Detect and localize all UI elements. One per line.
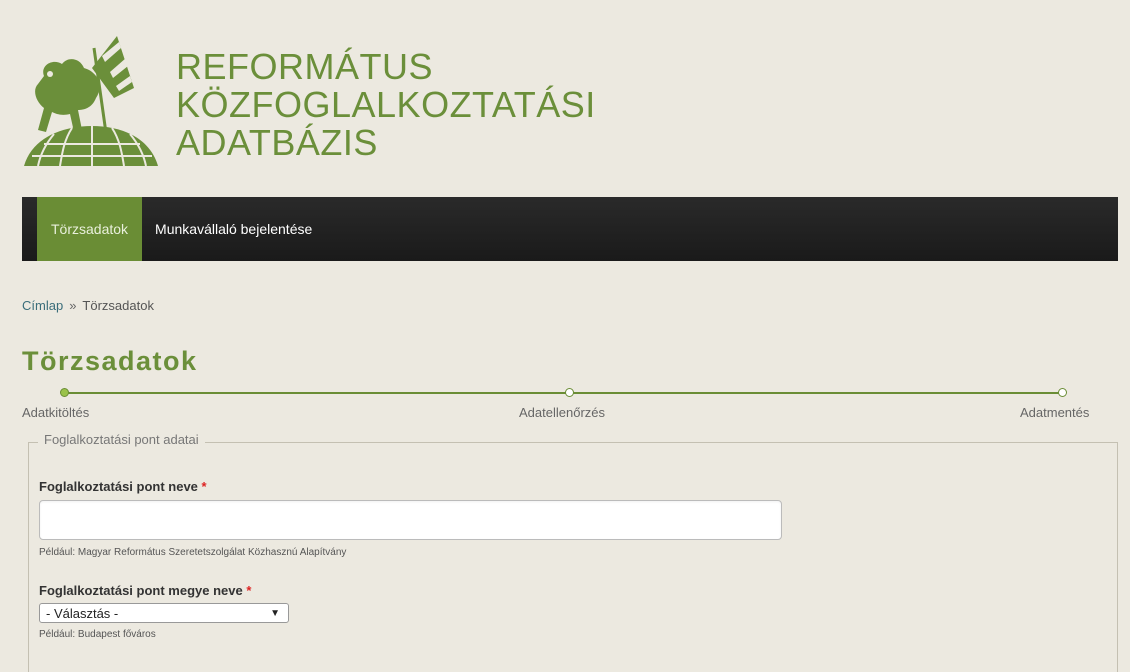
site-title-line-3[interactable]: ADATBÁZIS [176, 124, 596, 162]
progress-dot-step-3 [1058, 388, 1067, 397]
step-label-adatmentes: Adatmentés [1020, 405, 1090, 420]
nav-item-munkavallalo-bejelentese[interactable]: Munkavállaló bejelentése [142, 197, 325, 261]
county-select[interactable]: - Választás - ▼ [39, 603, 289, 623]
county-field-help: Például: Budapest főváros [39, 629, 156, 640]
county-select-value: - Választás - [46, 606, 119, 621]
progress-steps [60, 387, 1067, 399]
dropdown-arrow-icon: ▼ [270, 608, 280, 619]
breadcrumb: Címlap » Törzsadatok [22, 298, 154, 313]
county-field-label-text: Foglalkoztatási pont megye neve [39, 583, 243, 598]
step-label-adatellenorzes: Adatellenőrzés [519, 405, 605, 420]
breadcrumb-separator: » [69, 298, 77, 313]
step-label-adatkitoltes: Adatkitöltés [22, 405, 90, 420]
name-field-input[interactable] [39, 500, 782, 540]
required-mark: * [201, 479, 207, 494]
page-title: Törzsadatok [22, 346, 198, 376]
site-header: REFORMÁTUS KÖZFOGLALKOZTATÁSI ADATBÁZIS [22, 20, 1122, 170]
site-title[interactable]: REFORMÁTUS KÖZFOGLALKOZTATÁSI ADATBÁZIS [176, 48, 596, 162]
site-title-line-2[interactable]: KÖZFOGLALKOZTATÁSI [176, 86, 596, 124]
name-field-label: Foglalkoztatási pont neve * [39, 479, 207, 494]
progress-dot-step-2 [565, 388, 574, 397]
fieldset-legend: Foglalkoztatási pont adatai [38, 432, 205, 447]
lamb-globe-logo-icon[interactable] [22, 28, 162, 168]
nav-item-torzsadatok[interactable]: Törzsadatok [37, 197, 143, 261]
site-title-line-1[interactable]: REFORMÁTUS [176, 48, 596, 86]
breadcrumb-current: Törzsadatok [82, 298, 154, 313]
progress-dot-step-1 [60, 388, 69, 397]
required-mark: * [246, 583, 252, 598]
progress-line [64, 392, 1062, 394]
breadcrumb-home-link[interactable]: Címlap [22, 298, 63, 313]
name-field-label-text: Foglalkoztatási pont neve [39, 479, 198, 494]
main-nav: Törzsadatok Munkavállaló bejelentése [22, 197, 1118, 261]
county-field-label: Foglalkoztatási pont megye neve * [39, 583, 251, 598]
name-field-help: Például: Magyar Református Szeretetszolg… [39, 547, 347, 558]
